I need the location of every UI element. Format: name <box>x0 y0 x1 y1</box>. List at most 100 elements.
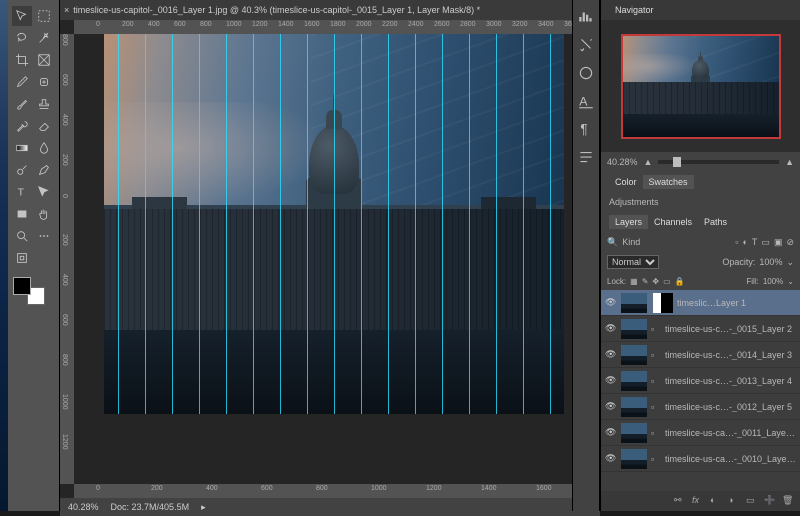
layer-name[interactable]: timeslice-us-c…-_0013_Layer 4 <box>665 376 796 386</box>
layer-name[interactable]: timeslice-us-c…-_0012_Layer 5 <box>665 402 796 412</box>
layer-fx-icon[interactable]: fx <box>692 495 704 507</box>
tool-crop[interactable] <box>12 50 32 70</box>
lock-artboard-icon[interactable]: ▭ <box>663 277 671 286</box>
tool-more[interactable] <box>34 226 54 246</box>
new-layer-icon[interactable]: ➕ <box>764 495 776 507</box>
layer-thumbnail[interactable] <box>621 449 647 469</box>
layers-tab[interactable]: Layers <box>609 215 648 229</box>
layer-filter-kind[interactable]: Kind <box>622 237 731 247</box>
layer-thumbnail[interactable] <box>621 397 647 417</box>
tool-path[interactable] <box>34 182 54 202</box>
tool-blur[interactable] <box>34 138 54 158</box>
tool-frame[interactable] <box>34 50 54 70</box>
color-swatch[interactable] <box>12 276 46 306</box>
layer-row[interactable]: 👁▫timeslice-us-ca…-_0011_Layer 6 <box>601 420 800 446</box>
tool-wand[interactable] <box>34 28 54 48</box>
layer-thumbnail[interactable] <box>621 319 647 339</box>
search-icon[interactable]: 🔍 <box>607 237 618 248</box>
opacity-value[interactable]: 100% <box>759 257 782 267</box>
tool-edit-toolbar[interactable] <box>12 248 32 268</box>
fill-dropdown-icon[interactable]: ⌄ <box>787 277 794 286</box>
channels-tab[interactable]: Channels <box>648 215 698 229</box>
tool-hand[interactable] <box>34 204 54 224</box>
artboard[interactable] <box>104 34 564 414</box>
delete-layer-icon[interactable]: 🗑 <box>782 495 794 507</box>
layer-row[interactable]: 👁▫timeslice-us-c…-_0014_Layer 3 <box>601 342 800 368</box>
tool-eyedropper[interactable] <box>12 72 32 92</box>
tool-move[interactable] <box>12 6 32 26</box>
layer-thumbnail[interactable] <box>621 345 647 365</box>
layer-row[interactable]: 👁▫timeslice-us-c…-_0015_Layer 2 <box>601 316 800 342</box>
tool-stamp[interactable] <box>34 94 54 114</box>
filter-type-icon[interactable]: T <box>752 237 758 247</box>
layer-row[interactable]: 👁▫timeslice-us-ca…-_0010_Layer 7 <box>601 446 800 472</box>
layer-mask-icon[interactable]: ◐ <box>710 495 722 507</box>
filter-adjust-icon[interactable]: ◐ <box>742 237 747 247</box>
lock-brush-icon[interactable]: ✎ <box>642 277 649 286</box>
tool-rectangle[interactable] <box>12 204 32 224</box>
lock-pixels-icon[interactable]: ▦ <box>630 277 638 286</box>
layer-visibility-icon[interactable]: 👁 <box>605 349 617 360</box>
color-tab[interactable]: Color <box>609 175 643 189</box>
adjustment-layer-icon[interactable]: ◑ <box>728 495 740 507</box>
navigator-panel-tab[interactable]: Navigator <box>601 0 800 20</box>
layer-thumbnail[interactable] <box>621 293 647 313</box>
layer-visibility-icon[interactable]: 👁 <box>605 401 617 412</box>
layer-mask-thumbnail[interactable] <box>653 293 673 313</box>
filter-pixel-icon[interactable]: ▫ <box>735 237 738 247</box>
ruler-horizontal-top[interactable]: 0200400600800100012001400160018002000220… <box>74 20 600 34</box>
layer-name[interactable]: timeslice-us-c…-_0014_Layer 3 <box>665 350 796 360</box>
lock-position-icon[interactable]: ✥ <box>652 277 659 286</box>
layer-thumbnail[interactable] <box>621 423 647 443</box>
layer-thumbnail[interactable] <box>621 371 647 391</box>
tool-lasso[interactable] <box>12 28 32 48</box>
layer-row[interactable]: 👁▫timeslice-us-c…-_0013_Layer 4 <box>601 368 800 394</box>
tool-heal[interactable] <box>34 72 54 92</box>
document-tab-title[interactable]: timeslice-us-capitol-_0016_Layer 1.jpg @… <box>73 5 480 15</box>
canvas[interactable] <box>74 34 600 484</box>
layer-row[interactable]: 👁 timeslic…Layer 1 <box>601 290 800 316</box>
paths-tab[interactable]: Paths <box>698 215 733 229</box>
histogram-icon[interactable] <box>577 8 595 26</box>
layer-visibility-icon[interactable]: 👁 <box>605 323 617 334</box>
foreground-color[interactable] <box>13 277 31 295</box>
navigator-thumbnail[interactable] <box>621 34 781 139</box>
layer-name[interactable]: timeslice-us-c…-_0015_Layer 2 <box>665 324 796 334</box>
opacity-dropdown-icon[interactable]: ⌄ <box>786 257 794 268</box>
tool-type[interactable]: T <box>12 182 32 202</box>
brush-settings-icon[interactable] <box>577 36 595 54</box>
tool-eraser[interactable] <box>34 116 54 136</box>
filter-toggle[interactable]: ⊘ <box>786 237 794 248</box>
tool-pen[interactable] <box>34 160 54 180</box>
tab-close-icon[interactable]: × <box>64 5 69 15</box>
layer-visibility-icon[interactable]: 👁 <box>605 375 617 386</box>
fill-value[interactable]: 100% <box>763 277 783 286</box>
tool-brush[interactable] <box>12 94 32 114</box>
layer-visibility-icon[interactable]: 👁 <box>605 427 617 438</box>
brushes-icon[interactable] <box>577 64 595 82</box>
ruler-horizontal-bottom[interactable]: 02004006008001000120014001600 <box>74 484 600 498</box>
layer-visibility-icon[interactable]: 👁 <box>605 297 617 308</box>
layer-name[interactable]: timeslice-us-ca…-_0010_Layer 7 <box>665 454 796 464</box>
layer-row[interactable]: 👁▫timeslice-us-c…-_0012_Layer 5 <box>601 394 800 420</box>
paragraph-icon[interactable]: ¶ <box>577 120 595 138</box>
layer-visibility-icon[interactable]: 👁 <box>605 453 617 464</box>
zoom-in-icon[interactable]: ▲ <box>785 157 794 167</box>
layer-group-icon[interactable]: ▭ <box>746 495 758 507</box>
glyphs-icon[interactable] <box>577 148 595 166</box>
zoom-out-icon[interactable]: ▲ <box>644 157 653 167</box>
navigator-zoom-slider[interactable] <box>658 160 779 164</box>
tool-marquee[interactable] <box>34 6 54 26</box>
tool-gradient[interactable] <box>12 138 32 158</box>
character-icon[interactable]: A <box>577 92 595 110</box>
filter-smart-icon[interactable]: ▣ <box>774 237 783 248</box>
swatches-tab[interactable]: Swatches <box>643 175 694 189</box>
blend-mode-select[interactable]: Normal <box>607 255 659 269</box>
ruler-vertical[interactable]: 800600400200020040060080010001200 <box>60 34 74 484</box>
layer-name[interactable]: timeslice-us-ca…-_0011_Layer 6 <box>665 428 796 438</box>
layer-list[interactable]: 👁 timeslic…Layer 1 👁▫timeslice-us-c…-_0015… <box>601 290 800 491</box>
layer-name[interactable]: timeslic…Layer 1 <box>677 298 796 308</box>
navigator-zoom-value[interactable]: 40.28% <box>607 157 638 167</box>
adjustments-panel-tab[interactable]: Adjustments <box>601 192 800 212</box>
filter-shape-icon[interactable]: ▭ <box>761 237 770 248</box>
